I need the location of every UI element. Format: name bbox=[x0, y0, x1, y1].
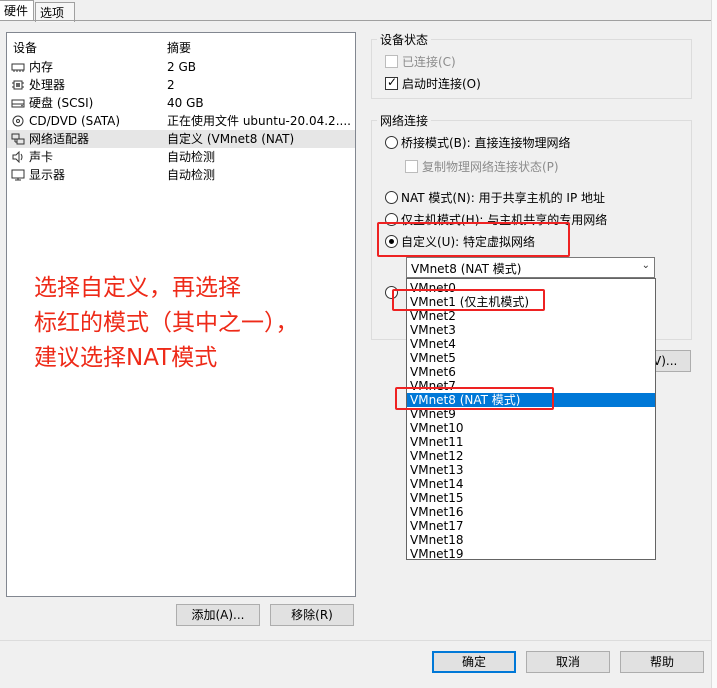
remove-button[interactable]: 移除(R) bbox=[270, 604, 354, 626]
vmnet-option[interactable]: VMnet19 bbox=[407, 547, 655, 561]
device-summary: 2 bbox=[167, 78, 175, 92]
display-icon bbox=[11, 169, 25, 181]
connected-label: 已连接(C) bbox=[402, 55, 456, 69]
sound-icon bbox=[12, 151, 23, 163]
harddisk-icon bbox=[11, 99, 25, 108]
bridged-radio[interactable] bbox=[385, 136, 398, 149]
device-row-cdrom[interactable]: CD/DVD (SATA) 正在使用文件 ubuntu-20.04.2.... bbox=[7, 112, 355, 130]
device-summary: 自定义 (VMnet8 (NAT) bbox=[167, 132, 295, 146]
add-button[interactable]: 添加(A)... bbox=[176, 604, 260, 626]
ok-button[interactable]: 确定 bbox=[432, 651, 516, 673]
checkmark-icon: ✓ bbox=[387, 75, 398, 89]
vmnet-option[interactable]: VMnet5 bbox=[407, 351, 655, 365]
device-name: CD/DVD (SATA) bbox=[29, 114, 121, 128]
device-status-title: 设备状态 bbox=[377, 31, 432, 48]
tab-hardware[interactable]: 硬件 bbox=[0, 0, 34, 20]
window-right-edge bbox=[711, 0, 717, 688]
device-row-sound[interactable]: 声卡 自动检测 bbox=[7, 148, 355, 166]
device-row-cpu[interactable]: 处理器 2 bbox=[7, 76, 355, 94]
vmnet-option[interactable]: VMnet14 bbox=[407, 477, 655, 491]
device-name: 内存 bbox=[29, 60, 54, 74]
device-name: 声卡 bbox=[29, 150, 54, 164]
annotation-line-1: 选择自定义，再选择 bbox=[34, 275, 241, 301]
network-connection-title: 网络连接 bbox=[377, 112, 432, 129]
vmnet-option[interactable]: VMnet17 bbox=[407, 519, 655, 533]
replicate-state-label: 复制物理网络连接状态(P) bbox=[422, 160, 559, 174]
device-row-memory[interactable]: 内存 2 GB bbox=[7, 58, 355, 76]
vmnet-option[interactable]: VMnet10 bbox=[407, 421, 655, 435]
vmnet-option[interactable]: VMnet12 bbox=[407, 449, 655, 463]
vmnet-option[interactable]: VMnet4 bbox=[407, 337, 655, 351]
device-summary: 自动检测 bbox=[167, 150, 216, 164]
device-name: 显示器 bbox=[29, 168, 66, 182]
device-row-network-adapter[interactable]: 网络适配器 自定义 (VMnet8 (NAT) bbox=[7, 130, 355, 148]
advanced-button[interactable]: V)... bbox=[650, 350, 691, 372]
device-name: 硬盘 (SCSI) bbox=[29, 96, 94, 110]
replicate-state-checkbox[interactable] bbox=[405, 160, 418, 173]
vmnet1-highlight-box bbox=[392, 289, 545, 311]
vmnet-dropdown-list[interactable]: VMnet0 VMnet1 (仅主机模式) VMnet2 VMnet3 VMne… bbox=[406, 278, 656, 561]
device-summary: 40 GB bbox=[167, 96, 204, 110]
nat-label: NAT 模式(N): 用于共享主机的 IP 地址 bbox=[401, 191, 606, 205]
vmnet8-highlight-box bbox=[395, 387, 554, 410]
tab-hardware-label: 硬件 bbox=[4, 4, 29, 18]
vmnet-option[interactable]: VMnet11 bbox=[407, 435, 655, 449]
combobox-value: VMnet8 (NAT 模式) bbox=[411, 262, 522, 276]
cdrom-icon bbox=[12, 115, 24, 127]
connect-at-power-on-label: 启动时连接(O) bbox=[402, 77, 481, 91]
device-row-harddisk[interactable]: 硬盘 (SCSI) 40 GB bbox=[7, 94, 355, 112]
vmnet-combobox[interactable]: VMnet8 (NAT 模式) ⌄ bbox=[406, 257, 655, 278]
memory-icon bbox=[11, 63, 25, 72]
cpu-icon bbox=[12, 80, 24, 90]
vmnet-option[interactable]: VMnet18 bbox=[407, 533, 655, 547]
cancel-button[interactable]: 取消 bbox=[526, 651, 610, 673]
tab-divider bbox=[0, 20, 711, 21]
footer-divider bbox=[0, 640, 711, 641]
vmnet-option[interactable]: VMnet3 bbox=[407, 323, 655, 337]
device-name: 处理器 bbox=[29, 78, 66, 92]
chevron-down-icon[interactable]: ⌄ bbox=[642, 260, 650, 271]
annotation-line-2: 标红的模式（其中之一）， bbox=[34, 310, 299, 336]
device-summary: 自动检测 bbox=[167, 168, 216, 182]
header-summary: 摘要 bbox=[167, 41, 192, 55]
help-button[interactable]: 帮助 bbox=[620, 651, 704, 673]
vmnet-option[interactable]: VMnet6 bbox=[407, 365, 655, 379]
vmnet-option[interactable]: VMnet15 bbox=[407, 491, 655, 505]
tab-options[interactable]: 选项 bbox=[35, 2, 75, 22]
device-summary: 2 GB bbox=[167, 60, 196, 74]
annotation-text: 选择自定义，再选择 标红的模式（其中之一）， 建议选择NAT模式 bbox=[34, 271, 364, 376]
custom-highlight-box bbox=[377, 222, 570, 257]
vmnet-option[interactable]: VMnet16 bbox=[407, 505, 655, 519]
device-summary: 正在使用文件 ubuntu-20.04.2.... bbox=[167, 114, 351, 128]
annotation-line-3: 建议选择NAT模式 bbox=[34, 345, 218, 371]
tab-options-label: 选项 bbox=[40, 6, 65, 20]
device-row-display[interactable]: 显示器 自动检测 bbox=[7, 166, 355, 184]
device-name: 网络适配器 bbox=[29, 132, 90, 146]
vmnet-option[interactable]: VMnet2 bbox=[407, 309, 655, 323]
header-device: 设备 bbox=[13, 41, 38, 55]
connect-at-power-on-checkbox[interactable]: ✓ bbox=[385, 75, 398, 90]
nat-radio[interactable] bbox=[385, 191, 398, 204]
vmnet-option[interactable]: VMnet13 bbox=[407, 463, 655, 477]
bridged-label: 桥接模式(B): 直接连接物理网络 bbox=[401, 136, 571, 150]
network-adapter-icon bbox=[11, 133, 25, 145]
connected-checkbox[interactable] bbox=[385, 55, 398, 68]
